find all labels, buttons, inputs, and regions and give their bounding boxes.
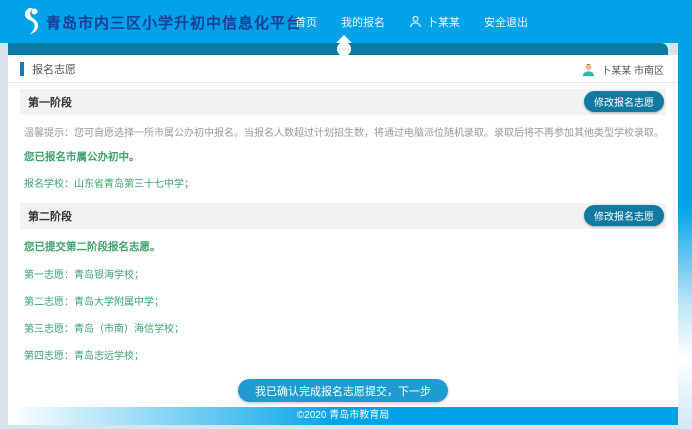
modify-preferences-button-phase2[interactable]: 修改报名志愿	[584, 205, 664, 226]
logo-icon	[16, 7, 42, 37]
choice-line-1: 第一志愿：青岛银海学校；	[24, 266, 662, 281]
nav-my-registration[interactable]: 我的报名	[329, 14, 397, 30]
phase1-status-text: 您已报名市属公办初中。	[24, 149, 662, 164]
nav-home[interactable]: 首页	[283, 14, 329, 30]
section-header-phase1: 第一阶段 修改报名志愿	[20, 89, 666, 115]
active-tab-marker-dot-icon	[337, 42, 351, 56]
breadcrumb: 报名志愿 卜某某 市南区	[8, 55, 678, 83]
phase1-title: 第一阶段	[28, 94, 72, 110]
confirm-button-row: 我已确认完成报名志愿提交，下一步	[8, 379, 678, 402]
content-panel: 报名志愿 卜某某 市南区 第一阶段 修改报名志愿 温馨提示：您可自愿选择一所市属…	[8, 55, 678, 425]
nav-user[interactable]: 卜某某	[397, 14, 472, 30]
main-nav: 首页 我的报名 卜某某 安全退出	[283, 0, 540, 43]
choice-line-4: 第四志愿：青岛志远学校；	[24, 347, 662, 362]
avatar-icon	[581, 62, 596, 77]
nav-user-name: 卜某某	[427, 14, 460, 30]
section-header-phase2: 第二阶段 修改报名志愿	[20, 203, 666, 229]
user-info: 卜某某 市南区	[581, 55, 664, 83]
nav-logout[interactable]: 安全退出	[472, 14, 540, 30]
app-title: 青岛市内三区小学升初中信息化平台	[46, 12, 302, 33]
page-title: 报名志愿	[32, 61, 76, 77]
phase2-status-text: 您已提交第二阶段报名志愿。	[24, 239, 662, 254]
modify-preferences-button-phase1[interactable]: 修改报名志愿	[584, 91, 664, 112]
phase2-title: 第二阶段	[28, 208, 72, 224]
phase1-tip-text: 温馨提示：您可自愿选择一所市属公办初中报名。当报名人数超过计划招生数，将通过电脑…	[24, 124, 662, 139]
choice-line-2: 第二志愿：青岛大学附属中学；	[24, 293, 662, 308]
user-info-text: 卜某某 市南区	[601, 62, 664, 77]
breadcrumb-accent-bar	[20, 62, 24, 76]
choice-line-3: 第三志愿：青岛（市南）海信学校；	[24, 320, 662, 335]
background-gradient-strip	[678, 43, 692, 429]
page-footer: ©2020 青岛市教育局	[8, 407, 678, 425]
user-icon	[409, 15, 422, 28]
confirm-next-button[interactable]: 我已确认完成报名志愿提交，下一步	[238, 379, 448, 402]
phase1-school-line: 报名学校：山东省青岛第三十七中学；	[24, 175, 662, 190]
